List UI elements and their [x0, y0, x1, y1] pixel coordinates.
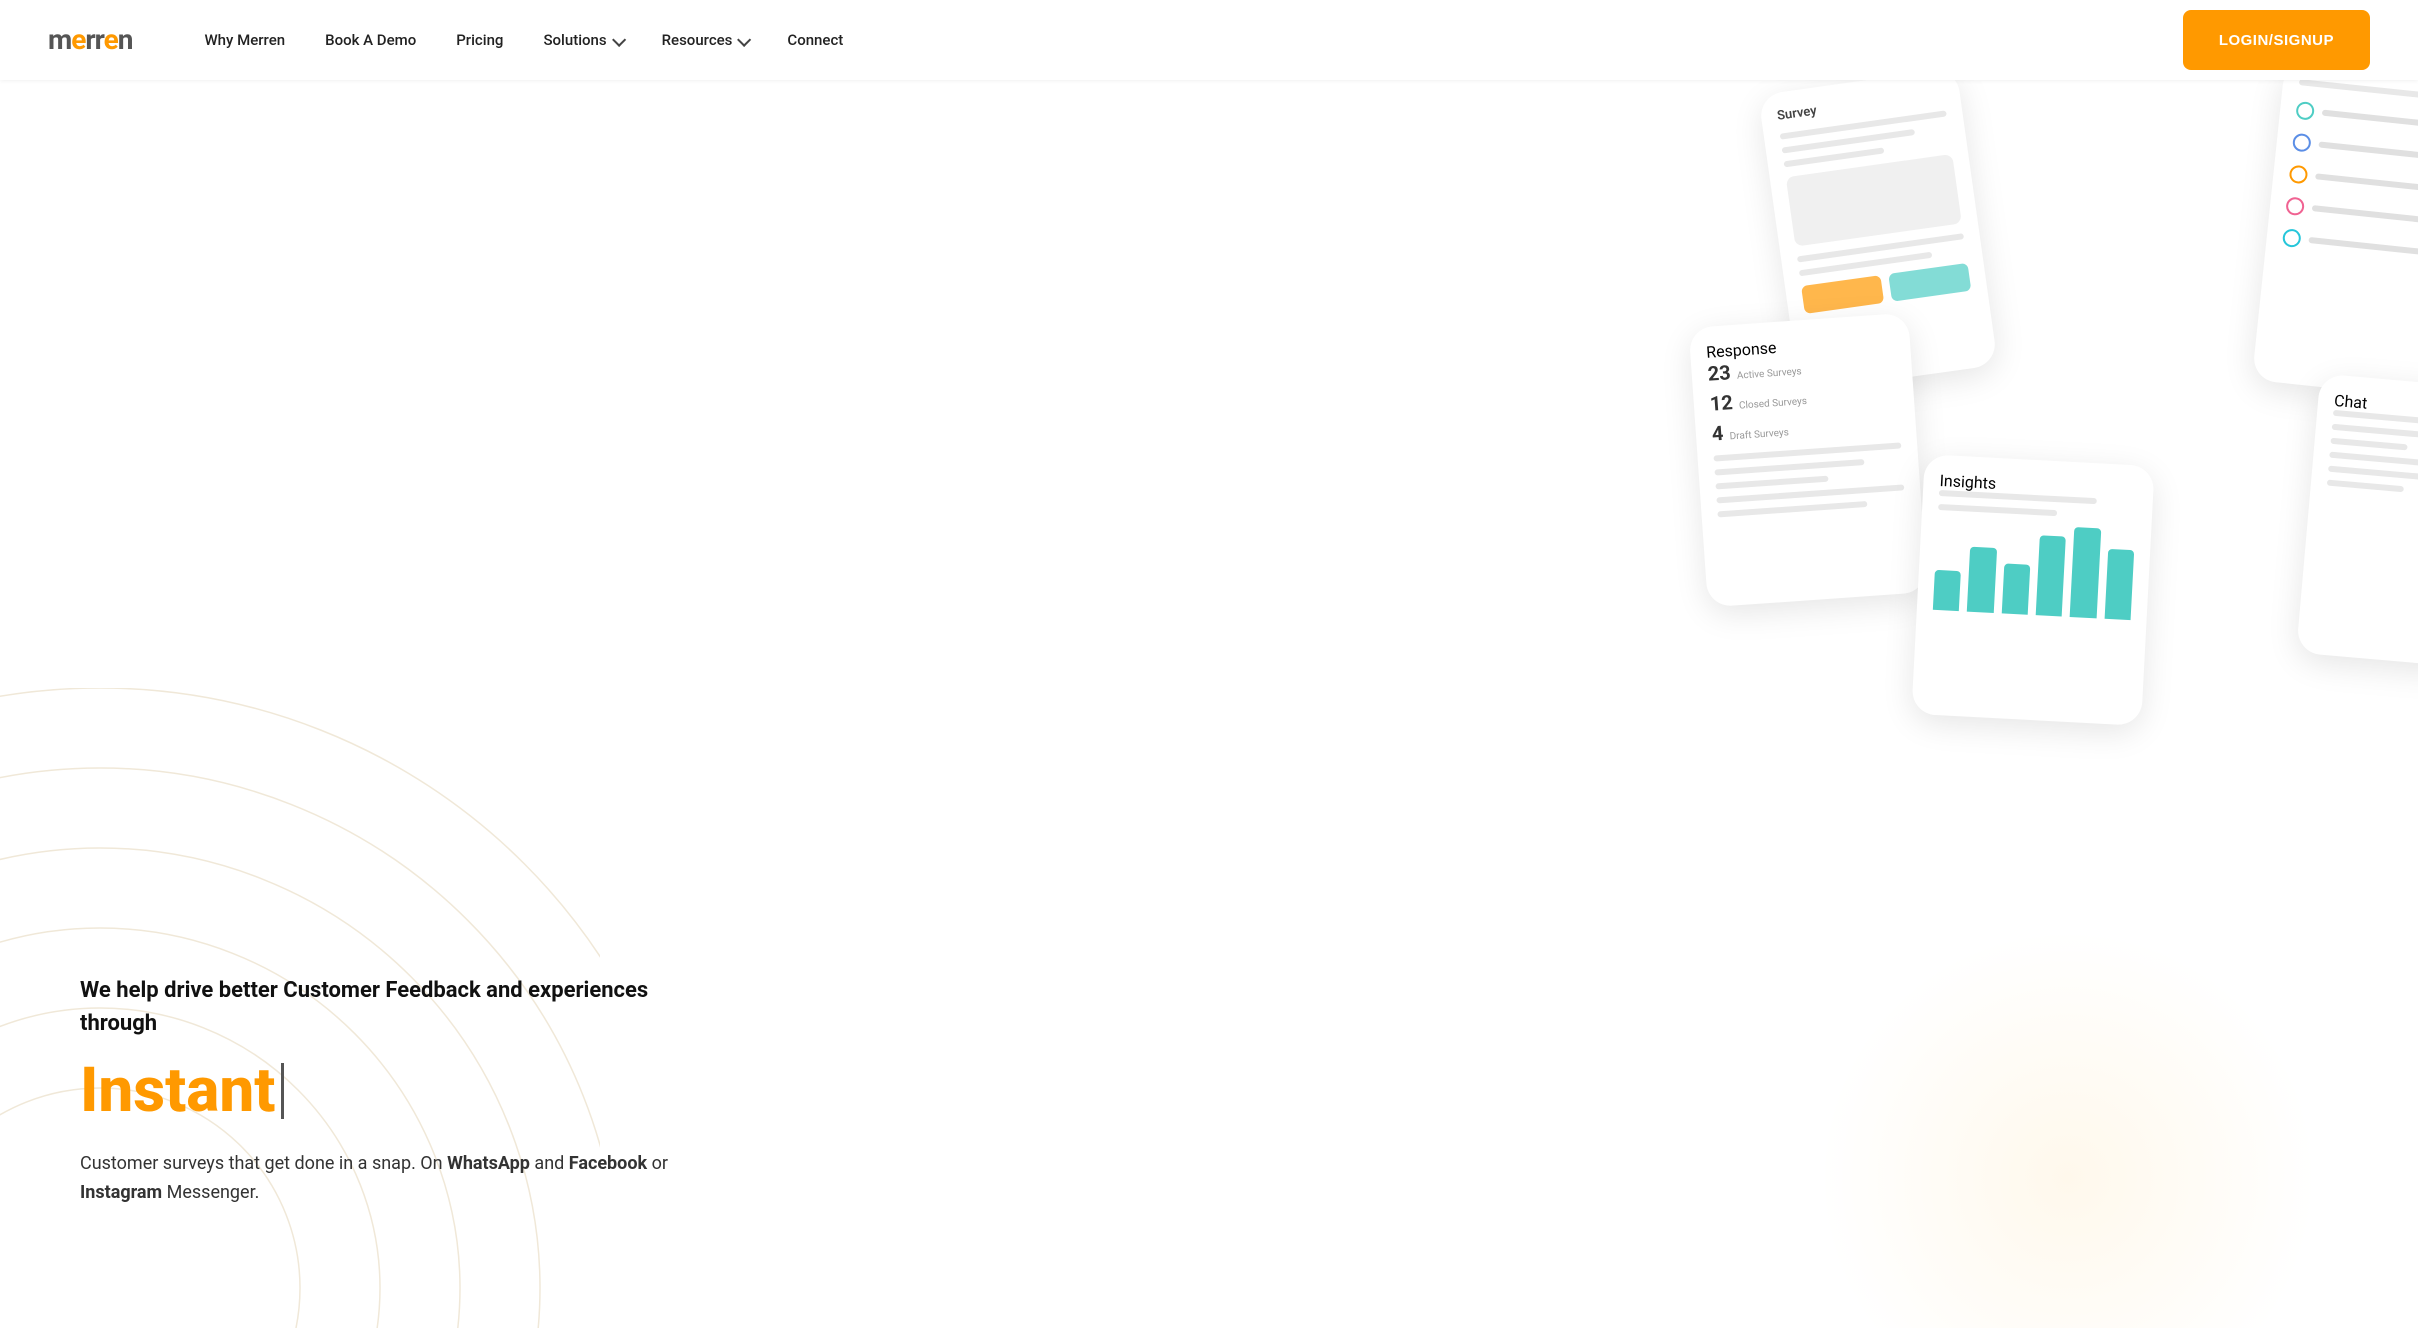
radio-option-2	[2292, 133, 2418, 166]
phone-response: Response 23 Active Surveys 12 Closed Sur…	[1689, 313, 1928, 608]
logo-e: e	[71, 23, 85, 56]
logo-rren: rr	[85, 23, 103, 56]
nav-why-merren[interactable]: Why Merren	[188, 23, 301, 57]
chart-bar	[1967, 547, 1997, 613]
radio-option-3	[2289, 165, 2418, 198]
mock-btn-teal	[1888, 263, 1971, 302]
bar-chart	[1932, 518, 2135, 628]
phone-radio	[2252, 80, 2418, 399]
stat-num-draft: 4	[1711, 421, 1724, 446]
chevron-down-icon	[737, 37, 747, 43]
radio-circle-pink	[2285, 196, 2305, 216]
cursor-bar	[281, 1063, 284, 1119]
chart-bar	[2036, 535, 2066, 616]
logo-n: n	[118, 23, 133, 56]
hero-section: We help drive better Customer Feedback a…	[0, 80, 2418, 1328]
radio-circle-orange	[2289, 165, 2309, 185]
chart-bar	[2001, 563, 2030, 614]
mock-line	[1714, 459, 1864, 475]
nav-book-demo[interactable]: Book A Demo	[309, 23, 432, 57]
radio-circle-teal	[2295, 101, 2315, 121]
mock-line	[1938, 504, 2057, 516]
stat-num-closed: 12	[1709, 390, 1734, 416]
nav-links: Why Merren Book A Demo Pricing Solutions…	[188, 23, 2182, 57]
mock-line	[2330, 438, 2407, 451]
stat-num-active: 23	[1707, 360, 1732, 386]
mock-btn-orange	[1801, 275, 1884, 314]
hero-content: We help drive better Customer Feedback a…	[80, 974, 700, 1208]
login-signup-button[interactable]: LOGIN/SIGNUP	[2183, 10, 2370, 70]
chart-bar	[2104, 549, 2134, 620]
radio-line	[2312, 205, 2418, 224]
stat-label-active: Active Surveys	[1737, 366, 1802, 381]
background-glow	[1818, 928, 2318, 1328]
radio-circle-cyan	[2282, 228, 2302, 248]
stat-label-closed: Closed Surveys	[1739, 396, 1808, 412]
mock-line	[2327, 480, 2404, 493]
hero-tagline: We help drive better Customer Feedback a…	[80, 974, 700, 1040]
hero-description: Customer surveys that get done in a snap…	[80, 1150, 700, 1208]
logo-m: m	[48, 23, 71, 56]
logo[interactable]: merren	[48, 26, 132, 54]
radio-option-5	[2282, 228, 2418, 261]
radio-line	[2315, 173, 2418, 192]
radio-option-1	[2295, 101, 2418, 134]
mock-line	[1715, 476, 1828, 490]
mock-line	[1717, 501, 1867, 517]
phone-chat: Chat	[2296, 374, 2418, 667]
radio-option-4	[2285, 196, 2418, 229]
nav-connect[interactable]: Connect	[771, 23, 859, 57]
mock-line	[2332, 424, 2418, 439]
chart-bar	[1933, 570, 1961, 611]
mock-image	[1786, 154, 1962, 247]
mock-line	[2299, 80, 2418, 100]
stat-draft: 4 Draft Surveys	[1711, 409, 1900, 446]
hero-animated-word: Instant	[80, 1060, 700, 1122]
radio-line	[2318, 141, 2418, 160]
navbar: merren Why Merren Book A Demo Pricing So…	[0, 0, 2418, 80]
mock-line	[2328, 466, 2418, 481]
radio-circle-blue	[2292, 133, 2312, 153]
chevron-down-icon	[612, 37, 622, 43]
stat-label-draft: Draft Surveys	[1729, 427, 1789, 442]
mock-line	[1713, 442, 1901, 461]
chart-bar	[2070, 527, 2101, 618]
logo-e2: e	[104, 23, 118, 56]
phone-insights: Insights	[1911, 454, 2154, 726]
nav-solutions[interactable]: Solutions	[527, 23, 637, 57]
nav-pricing[interactable]: Pricing	[440, 23, 519, 57]
nav-resources[interactable]: Resources	[646, 23, 764, 57]
radio-line	[2308, 237, 2418, 256]
radio-line	[2322, 110, 2418, 129]
phone-mockups: Survey	[1698, 80, 2418, 740]
